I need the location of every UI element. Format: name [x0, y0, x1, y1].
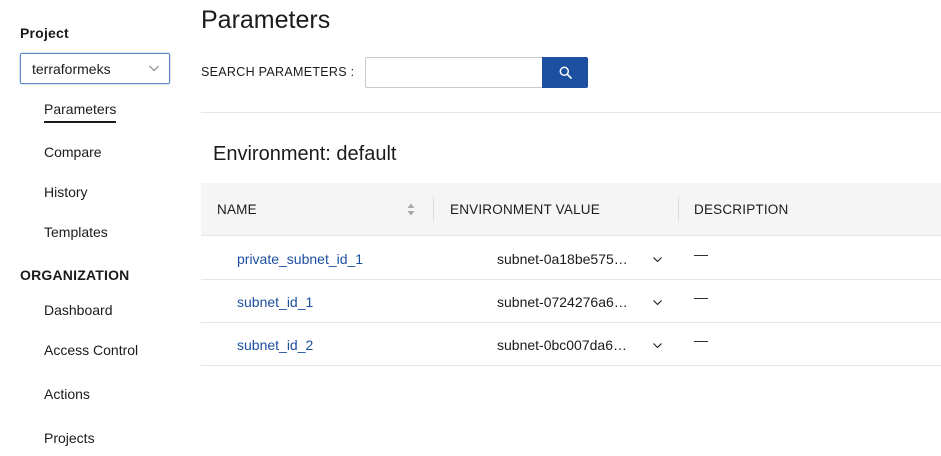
column-header-name[interactable]: NAME — [217, 202, 257, 217]
parameter-value: subnet-0724276a6… — [497, 294, 628, 310]
sidebar-item-history[interactable]: History — [44, 184, 88, 200]
search-icon — [559, 66, 572, 79]
search-label: SEARCH PARAMETERS : — [201, 65, 355, 79]
sidebar-item-dashboard[interactable]: Dashboard — [44, 302, 113, 318]
sidebar-item-actions[interactable]: Actions — [44, 386, 90, 402]
chevron-down-icon[interactable] — [652, 340, 663, 351]
parameter-description: — — [694, 246, 708, 262]
search-button[interactable] — [542, 57, 588, 88]
parameter-name-link[interactable]: subnet_id_1 — [237, 294, 313, 310]
chevron-down-icon — [149, 65, 159, 72]
environment-title: Environment: default — [213, 143, 397, 165]
project-heading: Project — [20, 25, 69, 41]
parameter-description: — — [694, 289, 708, 305]
organization-heading: ORGANIZATION — [20, 267, 130, 283]
parameter-name-link[interactable]: subnet_id_2 — [237, 337, 313, 353]
table-row: subnet_id_1 subnet-0724276a6… — — [201, 280, 941, 323]
sidebar-item-compare[interactable]: Compare — [44, 144, 102, 160]
column-header-description: DESCRIPTION — [694, 202, 789, 217]
table-header: NAME ENVIRONMENT VALUE DESCRIPTION — [201, 183, 941, 236]
parameter-description: — — [694, 332, 708, 348]
parameter-value: subnet-0a18be575… — [497, 251, 628, 267]
table-row: private_subnet_id_1 subnet-0a18be575… — — [201, 237, 941, 280]
divider — [201, 112, 941, 113]
column-separator — [678, 197, 679, 221]
sidebar-item-parameters[interactable]: Parameters — [44, 101, 117, 123]
search-input[interactable] — [365, 57, 543, 88]
sidebar: Project terraformeks Parameters Compare … — [0, 0, 190, 456]
column-header-environment-value: ENVIRONMENT VALUE — [450, 202, 600, 217]
page-title: Parameters — [201, 6, 331, 34]
sort-icon[interactable] — [406, 202, 416, 217]
sidebar-item-access-control[interactable]: Access Control — [44, 342, 138, 358]
parameter-value: subnet-0bc007da6… — [497, 337, 627, 353]
chevron-down-icon[interactable] — [652, 254, 663, 265]
column-separator — [433, 197, 434, 221]
sidebar-item-projects[interactable]: Projects — [44, 430, 95, 446]
project-select[interactable]: terraformeks — [20, 53, 170, 84]
parameter-name-link[interactable]: private_subnet_id_1 — [237, 251, 363, 267]
project-select-value: terraformeks — [32, 60, 111, 77]
table-row: subnet_id_2 subnet-0bc007da6… — — [201, 323, 941, 366]
chevron-down-icon[interactable] — [652, 297, 663, 308]
sidebar-item-templates[interactable]: Templates — [44, 224, 108, 240]
